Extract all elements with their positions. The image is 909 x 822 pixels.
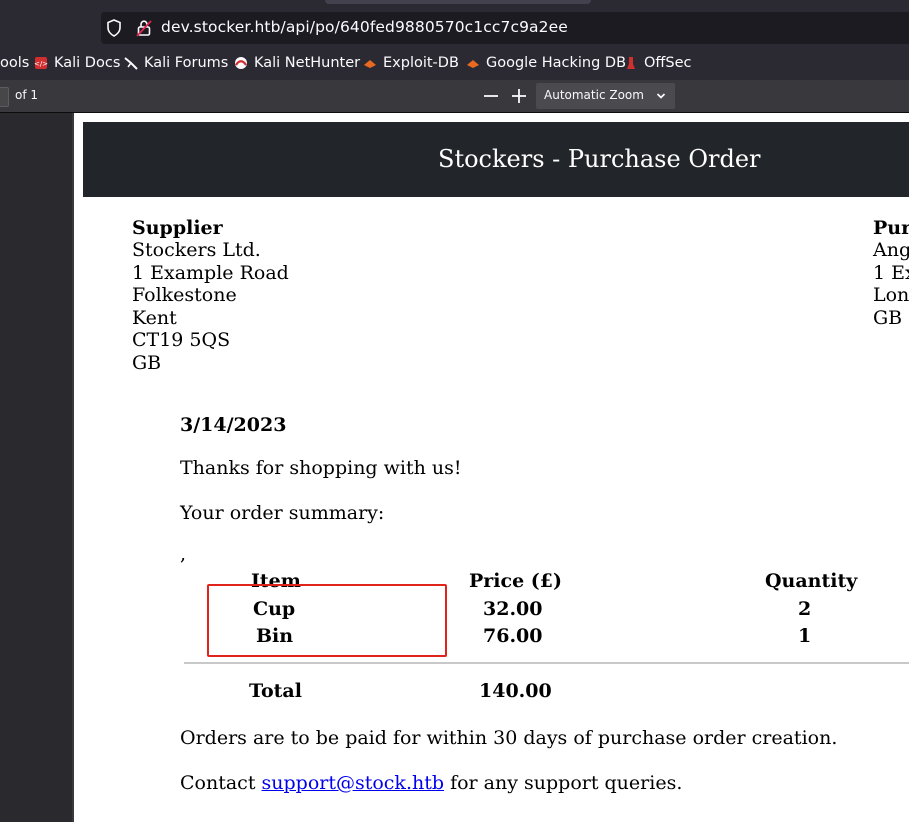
summary-intro: Your order summary: <box>180 502 385 524</box>
bookmark-label: Kali Docs <box>54 55 121 71</box>
table-divider <box>184 662 909 664</box>
supplier-line: 1 Example Road <box>132 262 289 284</box>
purchaser-line: Lond <box>873 284 909 306</box>
supplier-line: GB <box>132 352 162 374</box>
stray-comma: , <box>180 543 187 565</box>
bookmark-kali-nethunter[interactable]: Kali NetHunter <box>234 55 360 71</box>
bookmark-kali-docs[interactable]: </> Kali Docs <box>34 55 120 71</box>
navigation-bar: dev.stocker.htb/api/po/640fed9880570c1cc… <box>0 0 909 46</box>
bookmark-tools[interactable]: ools <box>0 55 29 71</box>
bookmark-label: OffSec <box>644 55 692 71</box>
zoom-select[interactable]: Automatic Zoom <box>536 83 675 109</box>
order-date: 3/14/2023 <box>180 414 287 436</box>
chevron-down-icon <box>656 93 666 99</box>
document-title: Stockers - Purchase Order <box>438 145 761 173</box>
cell-price: 32.00 <box>483 598 543 620</box>
supplier-line: Stockers Ltd. <box>132 239 261 261</box>
purchaser-heading: Purc <box>873 217 909 239</box>
cell-quantity: 1 <box>798 625 812 647</box>
contact-prefix: Contact <box>180 772 256 794</box>
pdf-sidebar <box>0 113 72 822</box>
bookmark-label: Kali Forums <box>144 55 229 71</box>
bookmark-label: Exploit-DB <box>383 55 459 71</box>
insecure-lock-icon[interactable] <box>136 19 152 37</box>
url-text[interactable]: dev.stocker.htb/api/po/640fed9880570c1cc… <box>161 18 568 36</box>
bookmark-offsec[interactable]: OffSec <box>624 55 692 71</box>
bookmark-label: ools <box>0 55 30 71</box>
cell-price: 76.00 <box>483 625 543 647</box>
contact-suffix: for any support queries. <box>450 772 683 794</box>
document-header: Stockers - Purchase Order <box>83 122 909 197</box>
purchaser-line: 1 Ex <box>873 262 909 284</box>
page-number-input[interactable] <box>0 87 9 107</box>
supplier-line: Kent <box>132 307 177 329</box>
supplier-heading: Supplier <box>132 217 223 239</box>
total-label: Total <box>249 680 302 702</box>
total-value: 140.00 <box>479 680 552 702</box>
kali-dragon-icon <box>124 56 138 70</box>
support-email-link[interactable]: support@stock.htb <box>262 772 445 794</box>
cell-quantity: 2 <box>798 598 812 620</box>
pdf-toolbar: of 1 Automatic Zoom <box>0 80 909 113</box>
supplier-line: Folkestone <box>132 284 237 306</box>
pdf-page: Stockers - Purchase Order Supplier Stock… <box>74 113 909 822</box>
zoom-value: Automatic Zoom <box>544 88 644 102</box>
active-tab-indicator <box>325 0 591 4</box>
thanks-text: Thanks for shopping with us! <box>180 457 462 479</box>
supplier-line: CT19 5QS <box>132 329 231 351</box>
payment-note: Orders are to be paid for within 30 days… <box>180 727 838 749</box>
bookmark-label: Google Hacking DB <box>486 55 627 71</box>
column-header-price: Price (£) <box>469 570 562 592</box>
bookmark-exploit-db[interactable]: Exploit-DB <box>363 55 459 71</box>
kali-docs-icon: </> <box>34 56 48 70</box>
svg-text:</>: </> <box>34 60 48 68</box>
highlight-annotation-box <box>207 584 447 657</box>
page-count: of 1 <box>15 88 39 102</box>
column-header-quantity: Quantity <box>765 570 858 592</box>
bookmark-label: Kali NetHunter <box>254 55 361 71</box>
zoom-out-button[interactable] <box>480 85 502 107</box>
purchaser-line: Ango <box>873 239 909 261</box>
offsec-icon <box>624 56 638 70</box>
contact-line: Contact support@stock.htb for any suppor… <box>180 772 682 795</box>
zoom-in-button[interactable] <box>508 85 530 107</box>
shield-icon[interactable] <box>106 19 122 37</box>
purchaser-line: GB <box>873 307 903 329</box>
bookmarks-toolbar: ools </> Kali Docs Kali Forums Kali NetH… <box>0 50 909 78</box>
bookmark-kali-forums[interactable]: Kali Forums <box>124 55 228 71</box>
nethunter-icon <box>234 56 248 70</box>
exploit-db-icon <box>363 56 377 70</box>
bookmark-google-hacking-db[interactable]: Google Hacking DB <box>466 55 626 71</box>
ghdb-icon <box>466 56 480 70</box>
